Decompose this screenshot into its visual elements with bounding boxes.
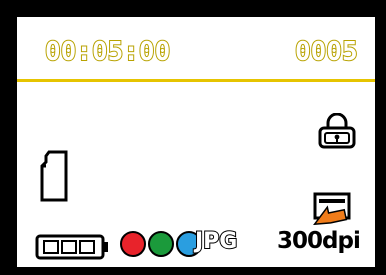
rgb-color-icon: [120, 231, 202, 257]
status-divider: [17, 79, 375, 82]
timer-readout: 00:05:00: [44, 37, 171, 67]
red-channel-dot: [120, 231, 146, 257]
shot-counter: 0005: [294, 37, 359, 67]
image-format-label: JPG: [194, 228, 238, 254]
lock-icon: [318, 113, 356, 149]
transfer-icon: [312, 192, 351, 225]
battery-icon: [35, 234, 108, 260]
sd-card-icon: [40, 150, 68, 202]
resolution-label: 300dpi: [277, 228, 361, 254]
green-channel-dot: [148, 231, 174, 257]
lcd-screen: 00:05:00 0005 JPG 300dpi: [17, 17, 375, 267]
lcd-frame: 00:05:00 0005 JPG 300dpi: [0, 0, 386, 275]
